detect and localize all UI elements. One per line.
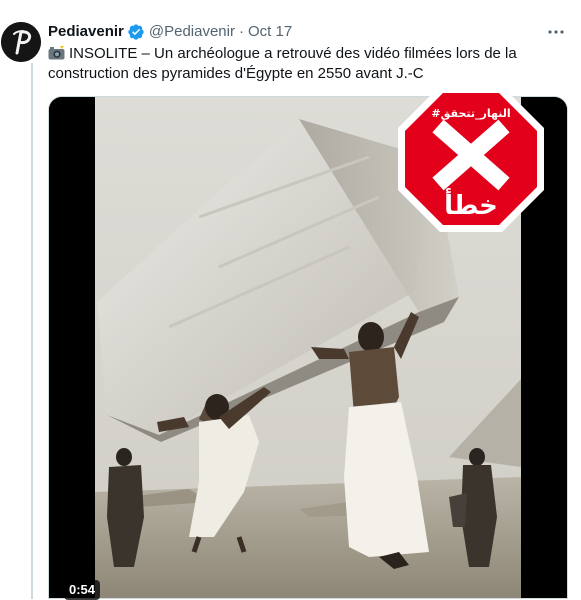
fact-check-tag: #النهار_تتحقق xyxy=(431,107,510,120)
tweet-date[interactable]: Oct 17 xyxy=(248,22,292,42)
separator-dot: · xyxy=(238,23,244,40)
tweet-header: Pediavenir @Pediavenir · Oct 17 xyxy=(48,22,292,42)
tweet-text: INSOLITE – Un archéologue a retrouvé des… xyxy=(48,44,568,84)
camera-flash-icon xyxy=(48,46,65,60)
more-options-button[interactable] xyxy=(543,22,569,42)
video-duration: 0:54 xyxy=(64,580,101,600)
pediavenir-logo-icon xyxy=(1,22,41,62)
fact-check-verdict: خطأ xyxy=(444,188,498,221)
author-display-name[interactable]: Pediavenir xyxy=(48,22,124,42)
author-avatar[interactable] xyxy=(1,22,41,62)
thread-line xyxy=(31,63,33,599)
verified-badge-icon xyxy=(128,24,144,40)
more-horizontal-icon xyxy=(548,30,564,34)
tweet-body: INSOLITE – Un archéologue a retrouvé des… xyxy=(48,45,517,82)
author-handle[interactable]: @Pediavenir xyxy=(149,22,235,42)
fact-check-stamp: #النهار_تتحقق خطأ xyxy=(398,86,544,232)
